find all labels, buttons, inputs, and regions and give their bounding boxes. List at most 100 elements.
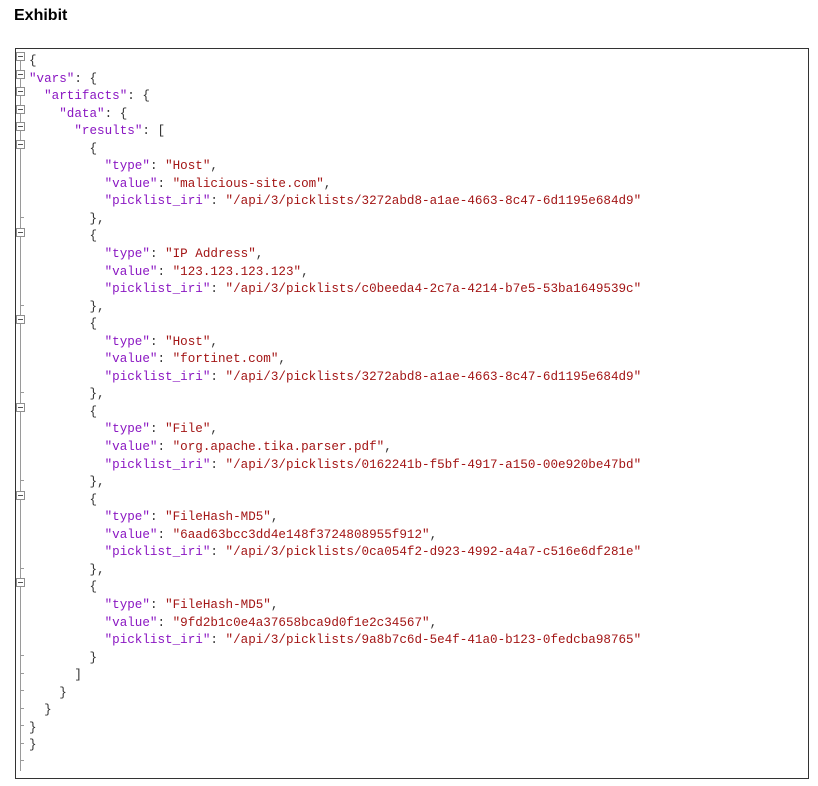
- json-key: "picklist_iri": [104, 369, 211, 384]
- fold-toggle-icon[interactable]: [16, 122, 25, 131]
- json-code: { "vars": { "artifacts": { "data": { "res…: [29, 53, 641, 755]
- fold-end-marker: [20, 305, 24, 306]
- code-line: "picklist_iri": "/api/3/picklists/c0beed…: [104, 282, 642, 297]
- json-string: "/api/3/picklists/9a8b7c6d-5e4f-41a0-b12…: [225, 633, 642, 648]
- code-line: },: [29, 387, 105, 402]
- code-line: "value": "org.apache.tika.parser.pdf",: [104, 440, 392, 455]
- fold-gutter: [20, 55, 21, 771]
- fold-toggle-icon[interactable]: [16, 105, 25, 114]
- code-line: {: [29, 404, 98, 419]
- json-key: "data": [59, 106, 105, 121]
- json-string: "Host": [165, 334, 211, 349]
- json-key: "picklist_iri": [104, 194, 211, 209]
- json-key: "value": [104, 264, 158, 279]
- json-key: "type": [104, 422, 150, 437]
- json-string: "/api/3/picklists/0162241b-f5bf-4917-a15…: [225, 457, 642, 472]
- fold-end-marker: [20, 480, 24, 481]
- code-line: {: [29, 54, 37, 68]
- code-line: "vars": {: [29, 71, 98, 86]
- code-line: }: [29, 738, 37, 753]
- code-line: "type": "File",: [104, 422, 218, 437]
- fold-toggle-icon[interactable]: [16, 70, 25, 79]
- json-key: "type": [104, 159, 150, 174]
- json-key: "value": [104, 615, 158, 630]
- json-string: "fortinet.com": [172, 352, 279, 367]
- code-line: "type": "IP Address",: [104, 247, 264, 262]
- code-line: {: [29, 317, 98, 332]
- code-line: "value": "9fd2b1c0e4a37658bca9d0f1e2c345…: [104, 615, 438, 630]
- code-line: },: [29, 475, 105, 490]
- code-line: "type": "FileHash-MD5",: [104, 510, 279, 525]
- json-string: "File": [165, 422, 211, 437]
- code-line: "value": "fortinet.com",: [104, 352, 286, 367]
- code-line: {: [29, 229, 98, 244]
- json-string: "/api/3/picklists/3272abd8-a1ae-4663-8c4…: [225, 369, 642, 384]
- code-line: "value": "123.123.123.123",: [104, 264, 309, 279]
- code-line: "picklist_iri": "/api/3/picklists/3272ab…: [104, 369, 642, 384]
- json-key: "type": [104, 597, 150, 612]
- fold-end-marker: [20, 690, 24, 691]
- json-string: "FileHash-MD5": [165, 597, 271, 612]
- json-string: "/api/3/picklists/0ca054f2-d923-4992-a4a…: [225, 545, 642, 560]
- json-viewer: { "vars": { "artifacts": { "data": { "res…: [15, 48, 809, 779]
- code-line: "picklist_iri": "/api/3/picklists/016224…: [104, 457, 642, 472]
- fold-toggle-icon[interactable]: [16, 87, 25, 96]
- json-string: "/api/3/picklists/3272abd8-a1ae-4663-8c4…: [225, 194, 642, 209]
- json-string: "6aad63bcc3dd4e148f3724808955f912": [172, 527, 430, 542]
- code-line: "artifacts": {: [44, 89, 150, 104]
- fold-toggle-icon[interactable]: [16, 578, 25, 587]
- code-line: "picklist_iri": "/api/3/picklists/3272ab…: [104, 194, 642, 209]
- json-key: "vars": [29, 71, 75, 86]
- fold-end-marker: [20, 217, 24, 218]
- code-line: },: [29, 299, 105, 314]
- json-key: "picklist_iri": [104, 545, 211, 560]
- json-string: "123.123.123.123": [172, 264, 302, 279]
- json-string: "IP Address": [165, 247, 256, 262]
- code-line: "type": "Host",: [104, 159, 218, 174]
- fold-end-marker: [20, 392, 24, 393]
- fold-toggle-icon[interactable]: [16, 228, 25, 237]
- fold-toggle-icon[interactable]: [16, 403, 25, 412]
- fold-end-marker: [20, 760, 24, 761]
- json-key: "value": [104, 440, 158, 455]
- code-line: {: [29, 492, 98, 507]
- code-line: "type": "FileHash-MD5",: [104, 597, 279, 612]
- json-key: "results": [74, 124, 143, 139]
- fold-toggle-icon[interactable]: [16, 140, 25, 149]
- json-string: "malicious-site.com": [172, 176, 324, 191]
- json-key: "type": [104, 334, 150, 349]
- exhibit-heading: Exhibit: [14, 7, 68, 24]
- json-string: "Host": [165, 159, 211, 174]
- json-key: "picklist_iri": [104, 457, 211, 472]
- fold-end-marker: [20, 708, 24, 709]
- fold-end-marker: [20, 725, 24, 726]
- fold-end-marker: [20, 673, 24, 674]
- json-key: "type": [104, 247, 150, 262]
- fold-end-marker: [20, 743, 24, 744]
- code-line: }: [29, 720, 37, 735]
- code-line: ]: [29, 668, 82, 683]
- json-key: "picklist_iri": [104, 282, 211, 297]
- code-line: "results": [: [74, 124, 166, 139]
- fold-toggle-icon[interactable]: [16, 315, 25, 324]
- code-line: "picklist_iri": "/api/3/picklists/0ca054…: [104, 545, 642, 560]
- code-line: "type": "Host",: [104, 334, 218, 349]
- code-line: }: [29, 685, 67, 700]
- json-string: "/api/3/picklists/c0beeda4-2c7a-4214-b7e…: [225, 282, 642, 297]
- code-line: "picklist_iri": "/api/3/picklists/9a8b7c…: [104, 633, 642, 648]
- fold-end-marker: [20, 568, 24, 569]
- code-line: "value": "malicious-site.com",: [104, 176, 332, 191]
- code-line: "data": {: [59, 106, 128, 121]
- json-key: "artifacts": [44, 89, 128, 104]
- json-key: "picklist_iri": [104, 633, 211, 648]
- fold-toggle-icon[interactable]: [16, 491, 25, 500]
- code-line: "value": "6aad63bcc3dd4e148f3724808955f9…: [104, 527, 438, 542]
- fold-toggle-icon[interactable]: [16, 52, 25, 61]
- code-line: {: [29, 580, 98, 595]
- json-key: "value": [104, 352, 158, 367]
- json-string: "org.apache.tika.parser.pdf": [172, 440, 385, 455]
- json-key: "type": [104, 510, 150, 525]
- code-line: {: [29, 141, 98, 156]
- code-line: },: [29, 562, 105, 577]
- code-line: }: [29, 650, 98, 665]
